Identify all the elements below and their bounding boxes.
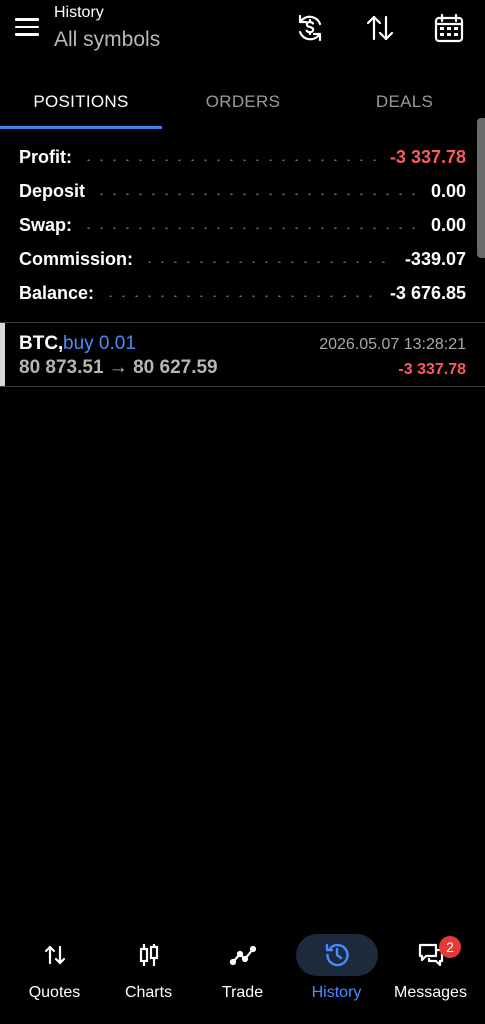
history-tabs: POSITIONS ORDERS DEALS: [0, 74, 485, 130]
nav-quotes[interactable]: Quotes: [6, 930, 103, 1024]
dotted-leader: [95, 193, 421, 195]
deal-profit: -3 337.78: [398, 361, 466, 378]
dotted-leader: [82, 227, 421, 229]
page-title: History: [54, 4, 104, 21]
nav-charts[interactable]: Charts: [100, 930, 197, 1024]
candlestick-icon: [108, 934, 190, 976]
deposit-label: Deposit: [19, 180, 86, 201]
profit-value: -3 337.78: [389, 146, 466, 167]
quotes-arrows-icon: [14, 934, 96, 976]
summary-row-profit: Profit: -3 337.78: [0, 140, 485, 174]
deal-side-volume: buy 0.01: [63, 333, 136, 354]
dotted-leader: [104, 295, 380, 297]
balance-value: -3 676.85: [389, 282, 466, 303]
dollar-sync-icon[interactable]: [292, 10, 328, 46]
summary-row-commission: Commission: -339.07: [0, 242, 485, 276]
tab-orders[interactable]: ORDERS: [162, 74, 324, 130]
nav-label: Trade: [221, 984, 264, 1001]
bottom-navigation: Quotes Charts Trade History 2 Messages: [0, 930, 485, 1024]
summary-row-deposit: Deposit 0.00: [0, 174, 485, 208]
nav-history[interactable]: History: [288, 930, 385, 1024]
nav-trade[interactable]: Trade: [194, 930, 291, 1024]
deposit-value: 0.00: [430, 180, 466, 201]
swap-value: 0.00: [430, 214, 466, 235]
history-clock-icon: [295, 934, 378, 976]
nav-label: Charts: [124, 984, 173, 1001]
deal-accent-bar: [0, 323, 5, 386]
summary-row-balance: Balance: -3 676.85: [0, 276, 485, 310]
balance-label: Balance:: [19, 282, 95, 303]
tab-positions[interactable]: POSITIONS: [0, 74, 162, 130]
dotted-leader: [143, 261, 395, 263]
profit-label: Profit:: [19, 146, 72, 167]
deal-time: 2026.05.07 13:28:21: [319, 336, 466, 353]
summary-row-swap: Swap: 0.00: [0, 208, 485, 242]
tab-deals[interactable]: DEALS: [324, 74, 485, 130]
nav-label: Messages: [394, 984, 467, 1001]
swap-label: Swap:: [19, 214, 73, 235]
deal-symbol: BTC,: [19, 333, 64, 354]
nav-messages[interactable]: 2 Messages: [382, 930, 479, 1024]
active-tab-indicator: [0, 126, 162, 129]
nav-label: History: [311, 984, 362, 1001]
symbol-filter[interactable]: All symbols: [54, 28, 160, 52]
deal-prices: 80 873.51 → 80 627.59: [19, 357, 218, 378]
account-summary: Profit: -3 337.78 Deposit 0.00 Swap: 0.0…: [0, 140, 485, 310]
trade-line-icon: [202, 934, 284, 976]
commission-label: Commission:: [19, 248, 134, 269]
top-app-bar: History All symbols: [0, 0, 485, 60]
nav-label: Quotes: [28, 984, 81, 1001]
list-item[interactable]: BTC, buy 0.01 80 873.51 → 80 627.59 2026…: [0, 322, 485, 387]
commission-value: -339.07: [404, 248, 466, 269]
dotted-leader: [82, 159, 380, 161]
hamburger-menu-icon[interactable]: [10, 10, 44, 44]
sort-arrows-icon[interactable]: [362, 10, 398, 46]
calendar-icon[interactable]: [431, 10, 467, 46]
unread-badge: 2: [439, 936, 461, 958]
